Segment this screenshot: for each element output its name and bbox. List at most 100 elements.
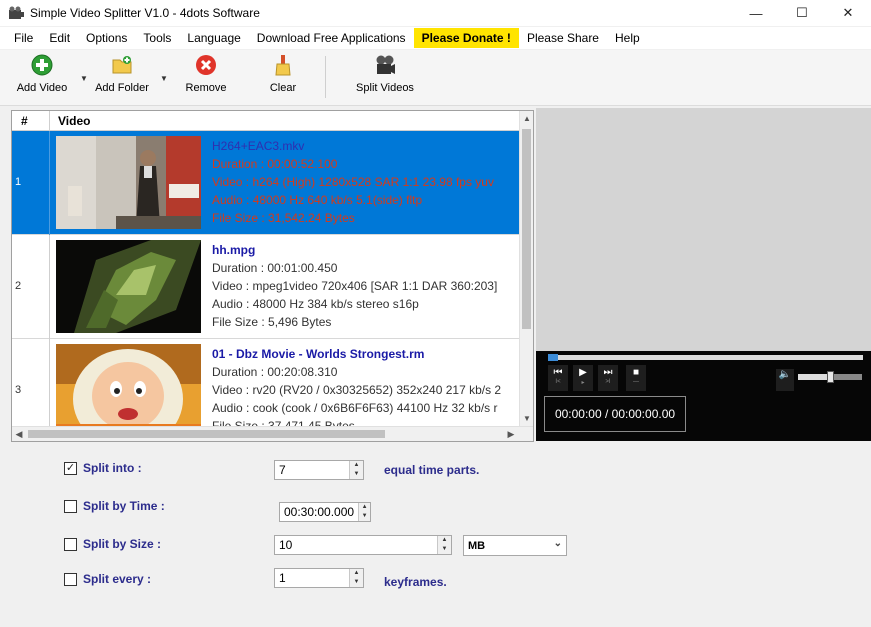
- next-frame-button[interactable]: ⏭ >I: [598, 365, 618, 391]
- scroll-down-icon[interactable]: ▼: [520, 411, 533, 427]
- video-row[interactable]: 3 01 - Dbz Movie - Worlds Strongest.rm D…: [12, 339, 520, 427]
- split-by-time-label: Split by Time :: [83, 499, 165, 513]
- audio-stream-info: Audio : cook (cook / 0x6B6F6F63) 44100 H…: [212, 401, 498, 415]
- row-number: 2: [12, 235, 50, 339]
- stepper-up-icon[interactable]: ▲: [359, 503, 370, 512]
- split-time-stepper[interactable]: 00:30:00.000 ▲ ▼: [279, 502, 371, 522]
- add-folder-icon: [111, 54, 133, 76]
- video-stream-info: Video : rv20 (RV20 / 0x30325652) 352x240…: [212, 383, 502, 397]
- split-into-parts-value: 7: [279, 463, 286, 477]
- volume-slider[interactable]: [798, 371, 862, 383]
- film-reel-icon: [374, 54, 396, 76]
- stepper-down-icon[interactable]: ▼: [359, 512, 370, 521]
- size-unit-select[interactable]: MB ⌄: [463, 535, 567, 556]
- file-size: File Size : 31,542.24 Bytes: [212, 211, 355, 225]
- video-list: # Video 1 H264+EAC3.mkv Duration: 00:00…: [11, 110, 534, 442]
- menu-edit[interactable]: Edit: [41, 28, 78, 48]
- seek-position[interactable]: [548, 354, 558, 361]
- split-every-stepper[interactable]: 1 ▲ ▼: [274, 568, 364, 588]
- split-size-stepper[interactable]: 10 ▲ ▼: [274, 535, 452, 555]
- add-folder-button[interactable]: Add Folder: [92, 52, 152, 102]
- toolbar-separator: [325, 56, 326, 98]
- vertical-scrollbar[interactable]: ▲ ▼: [519, 111, 533, 427]
- stepper-down-icon[interactable]: ▼: [438, 545, 451, 554]
- menu-bar: File Edit Options Tools Language Downloa…: [0, 27, 871, 49]
- split-size-value: 10: [279, 538, 293, 552]
- skip-forward-icon: ⏭: [603, 367, 613, 378]
- time-display: 00:00:00 / 00:00:00.00: [544, 396, 686, 432]
- list-header: # Video: [12, 111, 520, 131]
- keyframes-label: keyframes.: [384, 575, 447, 589]
- split-videos-label: Split Videos: [356, 82, 414, 94]
- add-video-button[interactable]: Add Video: [14, 52, 70, 102]
- menu-options[interactable]: Options: [78, 28, 135, 48]
- video-row[interactable]: 2 hh.mpg Duration : 00:01:00.450 Video :…: [12, 235, 520, 339]
- horizontal-scrollbar[interactable]: ◀ ▶: [12, 426, 533, 441]
- video-thumbnail: [56, 240, 201, 333]
- stepper-up-icon[interactable]: ▲: [350, 461, 363, 470]
- split-by-size-checkbox[interactable]: [64, 537, 77, 551]
- horizontal-scroll-thumb[interactable]: [28, 430, 385, 438]
- toolbar: Add Video ▼ Add Folder ▼ Remove Clear Sp…: [0, 50, 871, 106]
- minimize-button[interactable]: —: [733, 0, 779, 26]
- split-into-parts-stepper[interactable]: 7 ▲ ▼: [274, 460, 364, 480]
- play-button[interactable]: ▶ ▸: [573, 365, 593, 391]
- menu-tools[interactable]: Tools: [135, 28, 179, 48]
- video-row[interactable]: 1 H264+EAC3.mkv Duration: 00:00:52.100 …: [12, 131, 520, 235]
- clear-button[interactable]: Clear: [266, 52, 300, 102]
- scroll-up-icon[interactable]: ▲: [520, 111, 533, 127]
- row-number: 3: [12, 339, 50, 427]
- menu-please-share[interactable]: Please Share: [519, 28, 607, 48]
- video-filename: hh.mpg: [212, 243, 256, 257]
- stepper-up-icon[interactable]: ▲: [438, 536, 451, 545]
- minimize-icon: —: [749, 5, 763, 21]
- split-every-label: Split every :: [83, 572, 152, 586]
- menu-help[interactable]: Help: [607, 28, 648, 48]
- window-title: Simple Video Splitter V1.0 - 4dots Softw…: [30, 6, 260, 20]
- video-duration: Duration : 00:00:52.100: [212, 157, 338, 171]
- volume-knob[interactable]: [827, 371, 834, 383]
- stepper-down-icon[interactable]: ▼: [350, 578, 363, 587]
- column-header-number[interactable]: #: [12, 111, 50, 130]
- add-video-label: Add Video: [16, 82, 68, 94]
- stop-button[interactable]: ■ —: [626, 365, 646, 391]
- maximize-button[interactable]: ☐: [779, 0, 825, 26]
- stop-icon: ■: [632, 367, 640, 378]
- scroll-right-icon[interactable]: ▶: [504, 427, 518, 441]
- split-every-option: Split every :: [64, 572, 151, 586]
- split-into-checkbox[interactable]: ✓: [64, 461, 77, 475]
- volume-fill: [798, 374, 830, 380]
- equal-time-parts-label: equal time parts.: [384, 463, 480, 477]
- chevron-down-icon: ⌄: [553, 538, 562, 549]
- remove-icon: [195, 54, 217, 76]
- split-videos-button[interactable]: Split Videos: [352, 52, 418, 102]
- add-video-dropdown-icon[interactable]: ▼: [80, 74, 88, 83]
- media-player-controls: ⏮ I< ▶ ▸ ⏭ >I ■ — 🔈 00:00:00 / 00:00:00.00: [536, 351, 871, 441]
- app-window: Simple Video Splitter V1.0 - 4dots Softw…: [0, 0, 871, 627]
- previous-frame-button[interactable]: ⏮ I<: [548, 365, 568, 391]
- video-thumbnail: [56, 344, 201, 427]
- menu-language[interactable]: Language: [179, 28, 248, 48]
- video-filename: H264+EAC3.mkv: [212, 139, 305, 153]
- split-by-time-checkbox[interactable]: [64, 499, 77, 513]
- remove-button[interactable]: Remove: [182, 52, 230, 102]
- film-reel-icon: [8, 6, 24, 20]
- split-every-checkbox[interactable]: [64, 572, 77, 586]
- menu-file[interactable]: File: [6, 28, 41, 48]
- volume-icon[interactable]: 🔈: [776, 369, 794, 391]
- row-number: 1: [12, 131, 50, 235]
- menu-download-free-applications[interactable]: Download Free Applications: [249, 28, 414, 48]
- add-folder-dropdown-icon[interactable]: ▼: [160, 74, 168, 83]
- vertical-scroll-thumb[interactable]: [522, 129, 531, 329]
- column-header-video[interactable]: Video: [50, 111, 90, 130]
- seek-bar[interactable]: [548, 354, 863, 361]
- video-preview: [536, 108, 871, 351]
- stepper-up-icon[interactable]: ▲: [350, 569, 363, 578]
- skip-back-icon: ⏮: [553, 367, 563, 378]
- menu-please-donate[interactable]: Please Donate !: [413, 28, 519, 48]
- video-stream-info: Video : h264 (High) 1280x528 SAR 1:1 23.…: [212, 175, 494, 189]
- scroll-left-icon[interactable]: ◀: [12, 427, 26, 441]
- close-button[interactable]: ✕: [825, 0, 871, 26]
- video-filename: 01 - Dbz Movie - Worlds Strongest.rm: [212, 347, 425, 361]
- stepper-down-icon[interactable]: ▼: [350, 470, 363, 479]
